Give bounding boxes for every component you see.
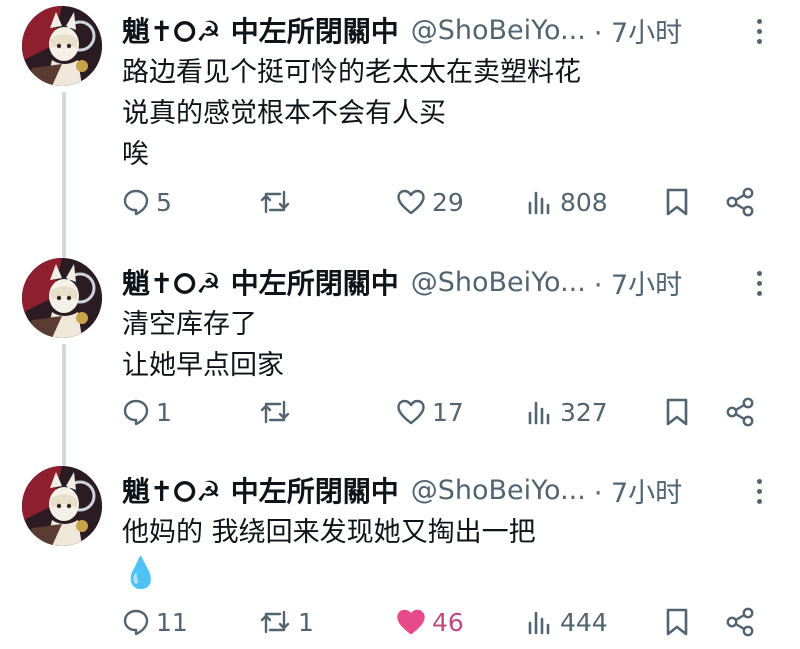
post-text: 清空库存了 让她早点回家 xyxy=(122,304,284,386)
views-button[interactable]: 327 xyxy=(526,392,608,432)
like-button[interactable]: 46 xyxy=(396,602,464,642)
action-bar: 11 1 46 444 xyxy=(0,602,800,642)
like-count: 46 xyxy=(432,607,464,637)
post-text-line: 清空库存了 xyxy=(122,309,257,340)
post[interactable]: 魈✝︎⭘☭ 中左所閉關中 @ShoBeiYo... · 7小时 他妈的 我绕回来… xyxy=(0,466,800,649)
like-icon xyxy=(396,188,426,216)
author-handle[interactable]: @ShoBeiYo... xyxy=(411,475,586,506)
post[interactable]: 魈✝︎⭘☭ 中左所閉關中 @ShoBeiYo... · 7小时 路边看见个挺可怜… xyxy=(0,6,800,242)
post-text-line: 他妈的 我绕回来发现她又掏出一把 xyxy=(122,517,536,548)
share-button[interactable] xyxy=(724,392,756,432)
reply-icon xyxy=(122,398,150,426)
like-button[interactable]: 17 xyxy=(396,392,464,432)
more-icon[interactable] xyxy=(744,268,774,298)
post-header: 魈✝︎⭘☭ 中左所閉關中 @ShoBeiYo... · 7小时 xyxy=(122,262,682,302)
action-bar: 1 17 327 xyxy=(0,392,800,432)
post-text-line: 唉 xyxy=(122,139,149,170)
like-icon xyxy=(396,398,426,426)
post-header: 魈✝︎⭘☭ 中左所閉關中 @ShoBeiYo... · 7小时 xyxy=(122,470,682,510)
avatar[interactable] xyxy=(22,466,102,546)
view-count: 444 xyxy=(560,607,608,637)
reply-button[interactable]: 5 xyxy=(122,182,172,222)
post[interactable]: 魈✝︎⭘☭ 中左所閉關中 @ShoBeiYo... · 7小时 清空库存了 让她… xyxy=(0,258,800,448)
post-time[interactable]: · 7小时 xyxy=(594,11,682,50)
reply-icon xyxy=(122,608,150,636)
author-handle[interactable]: @ShoBeiYo... xyxy=(411,267,586,298)
share-button[interactable] xyxy=(724,602,756,642)
post-time[interactable]: · 7小时 xyxy=(594,263,682,302)
post-text: 他妈的 我绕回来发现她又掏出一把 💧 xyxy=(122,512,536,594)
like-button[interactable]: 29 xyxy=(396,182,464,222)
reply-icon xyxy=(122,188,150,216)
more-icon[interactable] xyxy=(744,476,774,506)
views-icon xyxy=(526,398,554,426)
views-button[interactable]: 808 xyxy=(526,182,608,222)
bookmark-icon xyxy=(664,187,690,217)
action-bar: 5 29 808 xyxy=(0,182,800,222)
like-count: 29 xyxy=(432,187,464,217)
share-icon xyxy=(724,396,756,428)
reply-count: 11 xyxy=(156,607,188,637)
views-button[interactable]: 444 xyxy=(526,602,608,642)
droplet-emoji: 💧 xyxy=(122,556,160,591)
avatar[interactable] xyxy=(22,6,102,86)
author-name[interactable]: 魈✝︎⭘☭ 中左所閉關中 xyxy=(122,470,399,510)
repost-count: 1 xyxy=(298,607,314,637)
post-text: 路边看见个挺可怜的老太太在卖塑料花 说真的感觉根本不会有人买 唉 xyxy=(122,52,581,175)
post-text-line: 让她早点回家 xyxy=(122,350,284,381)
bookmark-button[interactable] xyxy=(664,392,690,432)
repost-button[interactable] xyxy=(258,182,298,222)
post-header: 魈✝︎⭘☭ 中左所閉關中 @ShoBeiYo... · 7小时 xyxy=(122,10,682,50)
views-icon xyxy=(526,608,554,636)
author-name[interactable]: 魈✝︎⭘☭ 中左所閉關中 xyxy=(122,262,399,302)
repost-button[interactable] xyxy=(258,392,298,432)
author-name[interactable]: 魈✝︎⭘☭ 中左所閉關中 xyxy=(122,10,399,50)
bookmark-icon xyxy=(664,607,690,637)
post-text-line: 说真的感觉根本不会有人买 xyxy=(122,98,446,129)
reply-count: 5 xyxy=(156,187,172,217)
view-count: 808 xyxy=(560,187,608,217)
repost-icon xyxy=(258,398,292,426)
like-icon xyxy=(396,608,426,636)
repost-icon xyxy=(258,608,292,636)
repost-button[interactable]: 1 xyxy=(258,602,314,642)
reply-count: 1 xyxy=(156,397,172,427)
post-text-line: 路边看见个挺可怜的老太太在卖塑料花 xyxy=(122,57,581,88)
view-count: 327 xyxy=(560,397,608,427)
more-icon[interactable] xyxy=(744,16,774,46)
avatar[interactable] xyxy=(22,258,102,338)
like-count: 17 xyxy=(432,397,464,427)
bookmark-icon xyxy=(664,397,690,427)
post-time[interactable]: · 7小时 xyxy=(594,471,682,510)
share-icon xyxy=(724,186,756,218)
bookmark-button[interactable] xyxy=(664,602,690,642)
repost-icon xyxy=(258,188,292,216)
views-icon xyxy=(526,188,554,216)
share-button[interactable] xyxy=(724,182,756,222)
share-icon xyxy=(724,606,756,638)
reply-button[interactable]: 11 xyxy=(122,602,188,642)
bookmark-button[interactable] xyxy=(664,182,690,222)
reply-button[interactable]: 1 xyxy=(122,392,172,432)
author-handle[interactable]: @ShoBeiYo... xyxy=(411,15,586,46)
